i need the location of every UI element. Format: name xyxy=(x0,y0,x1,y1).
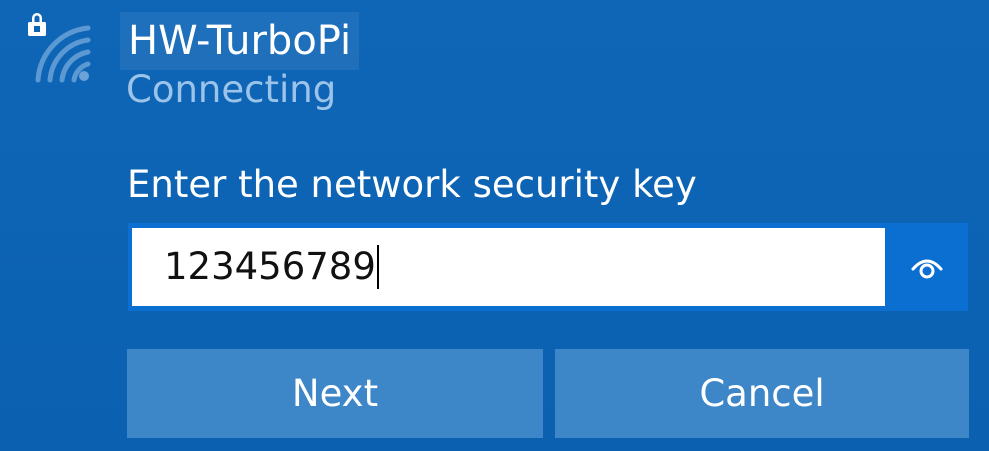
security-key-value: 123456789 xyxy=(164,245,376,288)
network-name: HW-TurboPi xyxy=(120,12,360,70)
security-key-value-wrap: 123456789 xyxy=(164,241,379,293)
reveal-password-button[interactable] xyxy=(885,223,968,311)
security-key-input[interactable]: 123456789 xyxy=(132,228,885,306)
cancel-button[interactable]: Cancel xyxy=(555,349,969,438)
next-button[interactable]: Next xyxy=(127,349,543,438)
security-key-field: 123456789 xyxy=(128,223,968,311)
text-caret xyxy=(376,244,379,289)
wifi-secured-icon xyxy=(22,8,102,88)
wifi-connect-panel: HW-TurboPi Connecting Enter the network … xyxy=(0,0,989,451)
eye-icon xyxy=(911,259,942,279)
connection-status: Connecting xyxy=(126,68,337,111)
security-key-label: Enter the network security key xyxy=(127,163,697,206)
